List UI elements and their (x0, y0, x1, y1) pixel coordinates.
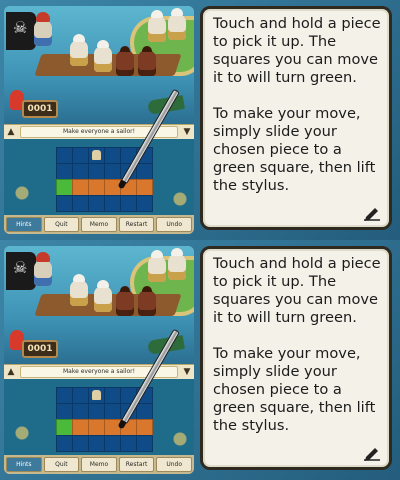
quit-button[interactable]: Quit (43, 217, 80, 232)
grid-cell[interactable] (88, 195, 105, 212)
grid-cell[interactable] (136, 403, 153, 420)
memo-button[interactable]: Memo (81, 457, 117, 472)
game-toolbar: Hints Quit Memo Restart Undo (4, 455, 194, 474)
up-arrow-icon[interactable]: ▲ (4, 126, 18, 138)
grid-cell[interactable] (120, 435, 137, 452)
grid-cell[interactable] (56, 403, 73, 420)
grid-cell[interactable] (104, 403, 121, 420)
tutorial-dialog[interactable]: Touch and hold a piece to pick it up. Th… (200, 246, 392, 470)
grid-cell[interactable] (104, 195, 121, 212)
bandit-piece (116, 286, 134, 316)
grid-cell-orange[interactable] (72, 179, 89, 196)
sailor-piece (70, 274, 88, 306)
dialog-paragraph-1: Touch and hold a piece to pick it up. Th… (213, 255, 381, 326)
grid-cell[interactable] (72, 403, 89, 420)
memo-button[interactable]: Memo (81, 217, 117, 232)
grid-cell[interactable] (120, 195, 137, 212)
grid-cell[interactable] (136, 195, 153, 212)
grid-cell[interactable] (56, 195, 73, 212)
dialog-paragraph-2: To make your move, simply slide your cho… (213, 105, 376, 194)
grid-cell-orange[interactable] (88, 419, 105, 436)
grid-cell[interactable] (56, 147, 73, 164)
grid-cell[interactable] (72, 195, 89, 212)
bottom-screen-panel: 0001 ▲ Make everyone a sailor! ▼ (0, 240, 400, 480)
restart-button[interactable]: Restart (118, 217, 155, 232)
down-arrow-icon[interactable]: ▼ (180, 366, 194, 378)
hints-button[interactable]: Hints (6, 217, 42, 232)
grid-cell[interactable] (72, 163, 89, 180)
grid-cell-selected-piece[interactable] (88, 147, 105, 164)
restart-button[interactable]: Restart (118, 457, 155, 472)
grid-cell[interactable] (88, 163, 105, 180)
quit-button[interactable]: Quit (43, 457, 80, 472)
dialog-text: Touch and hold a piece to pick it up. Th… (213, 255, 381, 453)
sailor-piece (94, 280, 112, 312)
board-area (4, 139, 194, 215)
grid-cell-orange[interactable] (88, 179, 105, 196)
hints-button[interactable]: Hints (6, 457, 42, 472)
grid-cell[interactable] (56, 387, 73, 404)
grid-cell-orange[interactable] (136, 419, 153, 436)
board-area (4, 379, 194, 455)
grid-cell[interactable] (72, 387, 89, 404)
pirate-piece (34, 252, 52, 286)
grid-cell[interactable] (104, 435, 121, 452)
grid-cell[interactable] (104, 163, 121, 180)
grid-cell[interactable] (136, 435, 153, 452)
sailor-piece (94, 40, 112, 72)
grid-cell[interactable] (88, 435, 105, 452)
bandit-piece (116, 46, 134, 76)
sailor-piece (70, 34, 88, 66)
dialog-text: Touch and hold a piece to pick it up. Th… (213, 15, 381, 213)
grid-cell[interactable] (56, 163, 73, 180)
up-arrow-icon[interactable]: ▲ (4, 366, 18, 378)
grid-cell-selected-piece[interactable] (88, 387, 105, 404)
top-screen-panel: 0001 ▲ Make everyone a sailor! ▼ (0, 0, 400, 240)
grid-cell[interactable] (72, 435, 89, 452)
bandit-piece (138, 46, 156, 76)
tutorial-dialog[interactable]: Touch and hold a piece to pick it up. Th… (200, 6, 392, 230)
grid-cell[interactable] (56, 435, 73, 452)
sailor-piece (168, 248, 186, 280)
pencil-icon[interactable] (363, 205, 381, 221)
bandit-piece (138, 286, 156, 316)
objective-bar: ▲ Make everyone a sailor! ▼ (4, 364, 194, 380)
dialog-paragraph-1: Touch and hold a piece to pick it up. Th… (213, 15, 381, 86)
pirate-flag-icon (6, 12, 36, 50)
game-screen: 0001 ▲ Make everyone a sailor! ▼ (4, 6, 194, 234)
game-screen: 0001 ▲ Make everyone a sailor! ▼ (4, 246, 194, 474)
grid-cell-green[interactable] (56, 419, 73, 436)
undo-button[interactable]: Undo (156, 457, 192, 472)
pencil-icon[interactable] (363, 445, 381, 461)
grid-cell[interactable] (104, 147, 121, 164)
sailor-piece (148, 10, 166, 42)
undo-button[interactable]: Undo (156, 217, 192, 232)
grid-cell-green[interactable] (56, 179, 73, 196)
objective-bar: ▲ Make everyone a sailor! ▼ (4, 124, 194, 140)
game-toolbar: Hints Quit Memo Restart Undo (4, 215, 194, 234)
grid-cell[interactable] (88, 403, 105, 420)
puzzle-number-sign: 0001 (22, 100, 58, 118)
grid-cell-orange[interactable] (136, 179, 153, 196)
dialog-paragraph-2: To make your move, simply slide your cho… (213, 345, 376, 434)
sailor-piece (168, 8, 186, 40)
grid-cell[interactable] (72, 147, 89, 164)
grid-cell-orange[interactable] (72, 419, 89, 436)
pirate-piece (34, 12, 52, 46)
puzzle-number-sign: 0001 (22, 340, 58, 358)
sailor-piece (148, 250, 166, 282)
grid-cell[interactable] (104, 387, 121, 404)
down-arrow-icon[interactable]: ▼ (180, 126, 194, 138)
pirate-flag-icon (6, 252, 36, 290)
grid-cell[interactable] (136, 163, 153, 180)
